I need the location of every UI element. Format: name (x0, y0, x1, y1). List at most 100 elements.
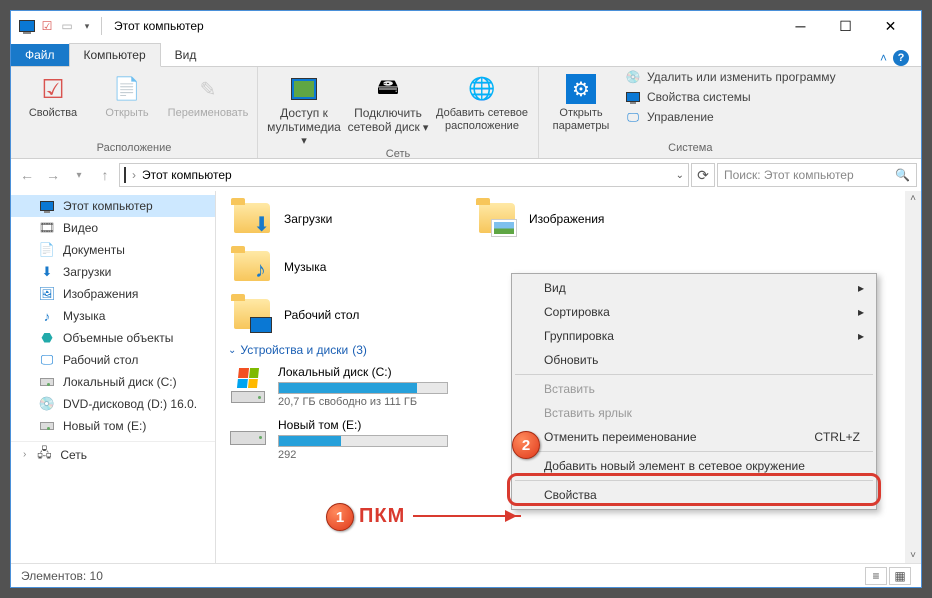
ctx-properties[interactable]: Свойства (514, 483, 874, 507)
pictures-icon: 🖼 (39, 286, 55, 302)
ribbon-manage[interactable]: 🖵Управление (625, 109, 836, 125)
window-title: Этот компьютер (114, 19, 204, 33)
desktop-overlay-icon (250, 317, 272, 333)
objects3d-icon: ⬣ (39, 330, 55, 346)
view-icons-button[interactable]: ▦ (889, 567, 911, 585)
annotation-arrow (413, 515, 521, 517)
qat-dropdown-icon[interactable]: ▾ (79, 18, 95, 34)
annotation-pkm-label: ПКМ (359, 505, 405, 528)
pc-icon (39, 198, 55, 214)
ribbon-open-settings[interactable]: ⚙ Открыть параметры (545, 69, 617, 133)
maximize-button[interactable]: ☐ (823, 11, 868, 41)
drive-e-icon (39, 418, 55, 434)
dvd-icon: 💿 (39, 396, 55, 412)
explorer-window: ☑ ▭ ▾ Этот компьютер ─ ☐ ✕ Файл Компьюте… (10, 10, 922, 588)
rename-icon: ✎ (192, 73, 224, 105)
ribbon-rename: ✎ Переименовать (165, 69, 251, 120)
scroll-up-icon[interactable]: ˄ (910, 193, 916, 204)
sidebar-documents[interactable]: 📄Документы (11, 239, 215, 261)
breadcrumb-pc-icon (124, 168, 126, 182)
submenu-arrow-icon: ▸ (858, 305, 864, 319)
sidebar-dvd[interactable]: 💿DVD-дисковод (D:) 16.0. (11, 393, 215, 415)
view-details-button[interactable]: ≡ (865, 567, 887, 585)
media-icon (288, 73, 320, 105)
address-bar[interactable]: › Этот компьютер ⌄ (119, 163, 689, 187)
network-icon: 🖧 (36, 447, 52, 463)
ribbon-tabs: Файл Компьютер Вид ˄ ? (11, 41, 921, 67)
ribbon-add-location[interactable]: 🌐 Добавить сетевое расположение (432, 69, 532, 133)
sidebar-network[interactable]: ›🖧Сеть (11, 441, 215, 463)
ribbon-media-access[interactable]: Доступ к мультимедиа ▾ (264, 69, 344, 148)
addrbar-dropdown-icon[interactable]: ⌄ (676, 170, 684, 181)
drive-c-capacity-bar (278, 382, 448, 394)
ctx-refresh[interactable]: Обновить (514, 348, 874, 372)
nav-up[interactable]: ↑ (93, 163, 117, 187)
context-menu: Вид▸ Сортировка▸ Группировка▸ Обновить В… (511, 273, 877, 510)
downloads-icon: ⬇ (39, 264, 55, 280)
navbar: ← → ▾ ↑ › Этот компьютер ⌄ ⟳ Поиск: Этот… (11, 159, 921, 191)
sidebar-this-pc[interactable]: Этот компьютер (11, 195, 215, 217)
sidebar-drive-e[interactable]: Новый том (E:) (11, 415, 215, 437)
scroll-down-icon[interactable]: ˅ (910, 550, 916, 561)
add-location-icon: 🌐 (466, 73, 498, 105)
close-button[interactable]: ✕ (868, 11, 913, 41)
tab-view[interactable]: Вид (161, 44, 211, 66)
search-input[interactable]: Поиск: Этот компьютер 🔍 (717, 163, 917, 187)
ctx-paste-shortcut: Вставить ярлык (514, 401, 874, 425)
status-bar: Элементов: 10 ≡ ▦ (11, 563, 921, 587)
sidebar-music[interactable]: ♪Музыка (11, 305, 215, 327)
ribbon: ☑ Свойства 📄 Открыть ✎ Переименовать Рас… (11, 67, 921, 159)
submenu-arrow-icon: ▸ (858, 281, 864, 295)
ribbon-group-location: Расположение (17, 142, 251, 156)
folder-downloads[interactable]: ⬇ Загрузки (228, 199, 473, 239)
sidebar-desktop[interactable]: 🖵Рабочий стол (11, 349, 215, 371)
chevron-down-icon: ⌄ (228, 345, 236, 356)
folder-desktop[interactable]: Рабочий стол (228, 295, 473, 335)
ctx-paste: Вставить (514, 377, 874, 401)
search-placeholder: Поиск: Этот компьютер (724, 168, 854, 182)
refresh-button[interactable]: ⟳ (691, 163, 715, 187)
ctx-view[interactable]: Вид▸ (514, 276, 874, 300)
titlebar: ☑ ▭ ▾ Этот компьютер ─ ☐ ✕ (11, 11, 921, 41)
music-overlay-icon: ♪ (255, 257, 266, 283)
sysprops-icon (625, 89, 641, 105)
desktop-icon: 🖵 (39, 352, 55, 368)
ribbon-map-drive[interactable]: 🖴 Подключить сетевой диск ▾ (346, 69, 430, 135)
uninstall-icon: 💿 (625, 69, 641, 85)
tab-file[interactable]: Файл (11, 44, 69, 66)
picture-overlay-icon (491, 219, 517, 237)
nav-forward[interactable]: → (41, 163, 65, 187)
drive-c-icon (39, 374, 55, 390)
download-overlay-icon: ⬇ (253, 212, 270, 237)
sidebar-video[interactable]: 🎞Видео (11, 217, 215, 239)
ribbon-sysprops[interactable]: Свойства системы (625, 89, 836, 105)
sidebar-drive-c[interactable]: Локальный диск (C:) (11, 371, 215, 393)
sidebar-3dobjects[interactable]: ⬣Объемные объекты (11, 327, 215, 349)
annotation-badge-2: 2 (512, 431, 540, 459)
tab-computer[interactable]: Компьютер (69, 43, 161, 67)
nav-history-dropdown[interactable]: ▾ (67, 163, 91, 187)
help-icon[interactable]: ? (893, 50, 909, 66)
breadcrumb-root[interactable]: Этот компьютер (142, 168, 232, 182)
drive-c-large-icon (228, 365, 268, 405)
vertical-scrollbar[interactable]: ˄ ˅ (905, 191, 921, 563)
ribbon-group-system: Система (545, 142, 836, 156)
ctx-group[interactable]: Группировка▸ (514, 324, 874, 348)
sidebar-pictures[interactable]: 🖼Изображения (11, 283, 215, 305)
folder-music[interactable]: ♪ Музыка (228, 247, 473, 287)
sidebar-downloads[interactable]: ⬇Загрузки (11, 261, 215, 283)
nav-back[interactable]: ← (15, 163, 39, 187)
manage-icon: 🖵 (625, 109, 641, 125)
ctx-sort[interactable]: Сортировка▸ (514, 300, 874, 324)
ctx-add-network[interactable]: Добавить новый элемент в сетевое окружен… (514, 454, 874, 478)
open-icon: 📄 (111, 73, 143, 105)
ctx-undo-rename[interactable]: Отменить переименованиеCTRL+Z (514, 425, 874, 449)
ribbon-properties[interactable]: ☑ Свойства (17, 69, 89, 120)
ribbon-collapse-icon[interactable]: ˄ (880, 51, 887, 65)
ribbon-uninstall[interactable]: 💿Удалить или изменить программу (625, 69, 836, 85)
properties-icon: ☑ (37, 73, 69, 105)
qat-properties-icon[interactable]: ☑ (39, 18, 55, 34)
folder-pictures[interactable]: Изображения (473, 199, 718, 239)
qat-newfolder-icon[interactable]: ▭ (59, 18, 75, 34)
minimize-button[interactable]: ─ (778, 11, 823, 41)
